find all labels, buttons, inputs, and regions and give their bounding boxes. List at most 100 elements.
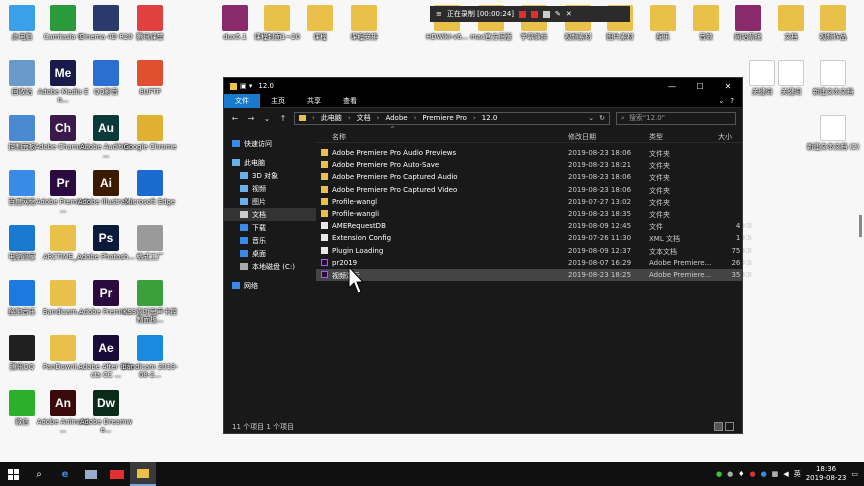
tab-share[interactable]: 共享 [296,94,332,108]
column-type[interactable]: 类型 [649,132,663,142]
file-row[interactable]: Adobe Premiere Pro Auto-Save 2019-08-23 1… [316,159,742,171]
chevron-down-icon[interactable]: ⌄ [718,97,724,105]
up-button[interactable]: ↑ [278,114,288,123]
desktop-icon[interactable]: 新建文本文档 [804,60,862,96]
desktop-icon[interactable]: Dw Adobe Dreamwe... [77,390,135,434]
file-row[interactable]: Adobe Premiere Pro Captured Audio 2019-08… [316,171,742,183]
desktop-icon[interactable]: 视频作品 [804,5,862,41]
tab-file[interactable]: 文件 [224,93,260,108]
clock[interactable]: 18:36 2019-08-23 [806,465,847,483]
nav-item[interactable]: 图片 [224,195,316,208]
nav-item[interactable]: 本地磁盘 (C:) [224,260,316,273]
desktop-icon[interactable]: Microsoft Edge [121,170,179,206]
adobe-an-icon: An [50,390,76,416]
minimize-button[interactable]: — [658,82,686,91]
help-icon[interactable]: ? [730,97,734,105]
download-icon [240,224,248,231]
nav-item-label: 音乐 [252,236,266,245]
notification-icon[interactable]: ▭ [851,470,858,478]
desktop-icon[interactable]: 腾讯课堂 [121,5,179,41]
breadcrumb-12[interactable]: 12.0 [482,114,498,122]
chevron-down-icon[interactable]: ⌄ [588,114,594,122]
nav-item[interactable]: 快速访问 [224,137,316,150]
volume-icon[interactable]: ◀ [783,470,788,478]
desktop-icon-label: 课程安排 [350,33,378,41]
refresh-icon[interactable]: ↻ [599,114,605,122]
nav-item[interactable]: 下载 [224,221,316,234]
ribbon-tabs: 文件 主页 共享 查看 ⌄ ? [224,93,742,108]
breadcrumb-documents[interactable]: 文档 [357,113,371,123]
file-row[interactable]: Adobe Premiere Pro Audio Previews 2019-08… [316,147,742,159]
file-row[interactable]: Extension Config 2019-07-26 11:30 XML 文档 1 … [316,232,752,244]
file-row[interactable]: Adobe Premiere Pro Captured Video 2019-08… [316,184,742,196]
desktop-icon[interactable]: bandicam 2019-08-2... [121,335,179,379]
tray-app-icon[interactable]: ● [716,470,722,478]
taskbar-recorder[interactable] [104,462,130,486]
back-button[interactable]: ← [230,114,240,123]
nav-item[interactable]: 此电脑 [224,156,316,169]
file-row[interactable]: Profile-wangl 2019-07-27 13:02 文件夹 [316,196,742,208]
file-row[interactable]: Plugin Loading 2019-08-09 12:37 文本文档 75 KB [316,245,752,257]
title-bar[interactable]: ▣ ▾ 12.0 — ☐ ✕ [224,78,742,94]
record-icon[interactable]: ● [749,470,755,478]
tray-app-icon[interactable]: ● [761,470,767,478]
file-row[interactable]: 视频演示 2019-08-23 18:25 Adobe Premiere... 35 … [316,268,752,282]
quick-access-toolbar[interactable]: ▣ ▾ [240,82,252,90]
close-button[interactable]: ✕ [714,82,742,91]
cinema4d-icon [93,5,119,31]
pen-icon[interactable]: ✎ [555,10,561,18]
nav-item[interactable]: 桌面 [224,247,316,260]
breadcrumb-adobe[interactable]: Adobe [385,114,407,122]
column-size[interactable]: 大小 [718,132,732,142]
ime-indicator[interactable]: 英 [794,469,801,479]
folder-icon [650,5,676,31]
nav-item[interactable]: 网络 [224,279,316,292]
tencent-class-icon [137,5,163,31]
column-name[interactable]: 名称 [332,132,346,142]
taskbar-explorer[interactable] [130,462,156,486]
navigation-pane: 快速访问此电脑 3D 对象 视频 图片 文档 下载音乐桌面 本地磁盘 (C:) 网络 [224,129,316,420]
file-row[interactable]: pr2019 2019-08-07 16:29 Adobe Premiere... 2… [316,257,752,269]
close-icon[interactable]: ✕ [566,10,572,18]
file-row[interactable]: AMERequestDB 2019-08-09 12:45 文件 4 KB [316,220,752,232]
forward-button[interactable]: → [246,114,256,123]
recent-chevron-icon[interactable]: ⌄ [262,114,272,123]
tray-app-icon[interactable]: ● [727,470,733,478]
microphone-icon[interactable]: ♦ [738,470,744,478]
nav-item[interactable]: 视频 [224,182,316,195]
file-row[interactable]: Profile-wangli 2019-08-23 18:35 文件夹 [316,208,742,220]
pause-icon[interactable] [519,10,527,18]
file-type: 文件 [649,223,663,232]
desktop-icon[interactable]: Google Chrome [121,115,179,151]
stop-icon[interactable] [531,10,539,18]
nav-item[interactable]: 3D 对象 [224,169,316,182]
details-view-button[interactable] [714,422,723,431]
tab-home[interactable]: 主页 [260,94,296,108]
breadcrumb-this-pc[interactable]: 此电脑 [321,113,342,123]
scrollbar-thumb[interactable] [859,215,862,237]
start-button[interactable] [0,462,26,486]
desktop-icon[interactable]: 课程安排 [335,5,393,41]
search-box[interactable]: ⌕ 搜索"12.0" [616,111,736,125]
maximize-button[interactable]: ☐ [686,82,714,91]
desktop-icon[interactable]: 新建文本文档 (2) [804,115,862,151]
taskbar-app[interactable] [78,462,104,486]
nav-item[interactable]: 音乐 [224,234,316,247]
icons-view-button[interactable] [725,422,734,431]
adobe-ps-icon: Ps [93,225,119,251]
network-icon[interactable]: ▦ [772,470,779,478]
breadcrumb-premiere-pro[interactable]: Premiere Pro [422,114,467,122]
taskbar-edge[interactable]: e [52,462,78,486]
tab-view[interactable]: 查看 [332,94,368,108]
desktop-icon[interactable]: 8UFTP [121,60,179,96]
address-bar[interactable]: › 此电脑 › 文档 › Adobe › Premiere Pro › 12.0… [294,111,610,125]
search-button[interactable]: ⌕ [26,462,52,486]
desktop-icon[interactable]: 格式工厂 [121,225,179,261]
menu-icon[interactable]: ≡ [436,10,442,18]
desktop-icon[interactable]: KSS喜听思声卡控制面板... [121,280,179,324]
file-icon [321,222,328,230]
column-date[interactable]: 修改日期 [568,132,596,142]
nav-item[interactable]: 文档 [224,208,316,221]
baidu-pan-icon [9,170,35,196]
camera-icon[interactable] [543,10,551,18]
